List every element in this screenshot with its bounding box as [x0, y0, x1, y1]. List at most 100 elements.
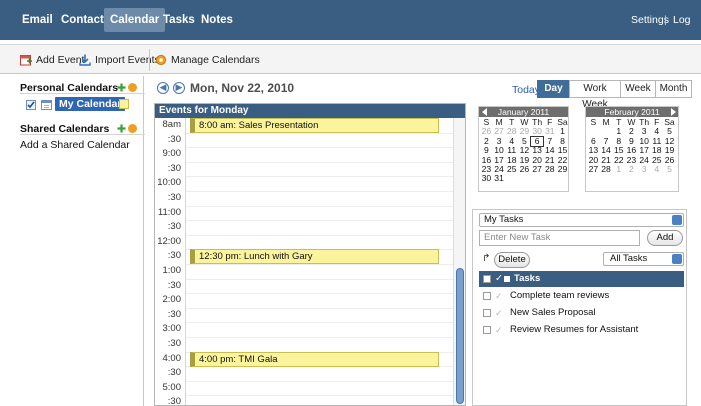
mini-calendar-day[interactable]: 2: [625, 164, 638, 174]
tasks-panel: My Tasks Enter New Task Add ↱ Delete All…: [472, 209, 687, 406]
next-day-button[interactable]: ▶: [173, 82, 185, 94]
add-event-button[interactable]: Add Event: [20, 52, 84, 68]
select-all-tasks-checkbox[interactable]: [483, 275, 491, 283]
time-slot-label: 11:00: [157, 206, 181, 218]
shared-calendar-settings-icon[interactable]: [128, 124, 137, 133]
view-work-week-button[interactable]: Work Week: [569, 80, 621, 110]
top-nav-bar: Email Contacts Calendar Tasks Notes Sett…: [0, 0, 701, 50]
manage-calendars-button[interactable]: Manage Calendars: [155, 52, 260, 68]
mini-calendar-day[interactable]: 1: [612, 164, 625, 174]
move-task-icon[interactable]: ↱: [482, 253, 490, 264]
add-shared-calendar-icon[interactable]: [117, 124, 126, 133]
import-events-button[interactable]: Import Events: [79, 52, 160, 68]
task-filter-select[interactable]: All Tasks: [603, 252, 684, 266]
time-slot-label: 8am: [162, 119, 181, 130]
task-checkbox[interactable]: [483, 309, 491, 317]
new-task-input[interactable]: Enter New Task: [479, 230, 640, 246]
import-events-label: Import Events: [95, 54, 160, 66]
task-row[interactable]: ✓ New Sales Proposal: [479, 305, 684, 321]
task-checkbox[interactable]: [483, 326, 491, 334]
time-slot-label: 9:00: [162, 148, 182, 160]
time-slot-line: [186, 205, 453, 207]
time-slot-label: 12:00: [157, 235, 181, 247]
calendar-event[interactable]: 8:00 am: Sales Presentation: [190, 118, 439, 133]
time-slot-label: :30: [167, 133, 181, 145]
today-link[interactable]: Today: [512, 84, 540, 96]
personal-calendar-settings-icon[interactable]: [128, 83, 137, 92]
delete-task-button[interactable]: Delete: [494, 252, 530, 268]
mini-calendar-day[interactable]: 27: [587, 164, 600, 174]
mini-calendar-day: [518, 174, 531, 183]
time-slot-line: [186, 161, 453, 163]
add-personal-calendar-icon[interactable]: [117, 83, 126, 92]
add-shared-calendar-link[interactable]: Add a Shared Calendar: [20, 139, 130, 151]
sidebar-divider: [20, 93, 145, 94]
time-slot-label: 1:00: [162, 265, 182, 276]
time-slot-line: [186, 191, 453, 192]
mini-calendar-week: 30 31: [480, 173, 569, 183]
tab-notes[interactable]: Notes: [195, 8, 239, 32]
view-day-button[interactable]: Day: [537, 80, 570, 98]
mini-calendar-day: [531, 174, 544, 183]
task-row[interactable]: ✓ Review Resumes for Assistant: [479, 322, 684, 338]
previous-day-button[interactable]: ◀: [157, 82, 169, 94]
time-slot-label: 10:00: [157, 177, 181, 189]
day-view-body: 8am :30 9:00 :30 10:00 :30 11:00 :30 12:00 :30 1:0…: [155, 118, 453, 405]
logout-link[interactable]: Log Out: [673, 8, 701, 50]
time-slot-line: [186, 176, 453, 178]
scrollbar-thumb[interactable]: [456, 268, 464, 404]
mini-calendar-day: [556, 174, 569, 183]
mini-calendar-day[interactable]: 4: [650, 164, 663, 174]
calendar-sidebar: Personal Calendars My Calendar Shared Ca…: [10, 76, 145, 406]
view-month-button[interactable]: Month: [655, 80, 692, 98]
mini-calendar-week: 27 28 1 2 3 4 5: [587, 164, 676, 174]
day-view-scrollbar[interactable]: [453, 118, 465, 405]
time-slot-label: :30: [167, 162, 181, 174]
time-slot-label: :30: [167, 250, 181, 262]
mini-calendar-day[interactable]: 28: [600, 164, 613, 174]
priority-column-icon: [504, 276, 510, 282]
time-slot-label: 5:00: [162, 381, 182, 393]
toolbar-divider: [149, 49, 150, 71]
mini-calendar-february: February 2011 S M T W Th F Sa 1 2 3 4 5 6 7 8 9 10 11 12 13…: [585, 106, 679, 192]
task-complete-icon[interactable]: ✓: [495, 322, 503, 338]
time-slot-label: :30: [167, 279, 181, 291]
mini-calendar-day[interactable]: 31: [493, 173, 506, 183]
calendar-app: Email Contacts Calendar Tasks Notes Sett…: [0, 0, 701, 406]
my-calendar-item[interactable]: My Calendar: [55, 97, 126, 111]
add-task-button[interactable]: Add: [647, 230, 683, 246]
calendar-event[interactable]: 12:30 pm: Lunch with Gary: [190, 249, 439, 265]
mini-calendar-day[interactable]: 27: [531, 164, 544, 174]
mini-calendar-day[interactable]: 25: [505, 164, 518, 174]
task-checkbox[interactable]: [483, 292, 491, 300]
mini-calendar-day[interactable]: 29: [556, 164, 569, 174]
task-complete-icon[interactable]: ✓: [495, 305, 503, 321]
next-month-arrow[interactable]: [671, 108, 676, 116]
complete-column-icon: ✓: [495, 273, 503, 284]
task-row[interactable]: ✓ Complete team reviews: [479, 288, 684, 304]
weekday-label: S: [590, 117, 597, 127]
mini-calendar-day[interactable]: 3: [638, 164, 651, 174]
mini-calendar-day[interactable]: 28: [543, 164, 556, 174]
mini-calendar-days: S M T W Th F Sa 26 27 28 29 30 31 1 2 3 4 5 6 7 8 9 10 11 12 13 14…: [480, 117, 569, 184]
mini-calendar-january: January 2011 S M T W Th F Sa 26 27 28 29 30 31 1 2 3 4 5 6…: [478, 106, 569, 192]
my-calendar-checkbox[interactable]: [26, 100, 36, 110]
task-list-select[interactable]: My Tasks: [479, 213, 684, 227]
mini-calendar-title: February 2011: [586, 107, 678, 117]
previous-month-arrow[interactable]: [482, 108, 487, 116]
time-slot-label: 3:00: [162, 323, 182, 335]
task-complete-icon[interactable]: ✓: [495, 288, 503, 304]
calendar-event[interactable]: 4:00 pm: TMI Gala: [190, 351, 439, 367]
mini-calendar-day[interactable]: 26: [518, 164, 531, 174]
time-slot-label: :30: [167, 338, 181, 349]
view-week-button[interactable]: Week: [620, 80, 656, 98]
time-slot-label: :30: [167, 221, 181, 233]
tasks-column-label: Tasks: [514, 273, 541, 284]
time-slot-label: :30: [167, 308, 181, 320]
mini-calendar-day[interactable]: 5: [663, 164, 676, 174]
calendar-color-swatch[interactable]: [119, 99, 129, 109]
sidebar-divider: [20, 134, 145, 135]
tab-email[interactable]: Email: [16, 8, 59, 32]
add-event-label: Add Event: [36, 54, 85, 66]
mini-calendar-day[interactable]: 30: [480, 173, 493, 183]
